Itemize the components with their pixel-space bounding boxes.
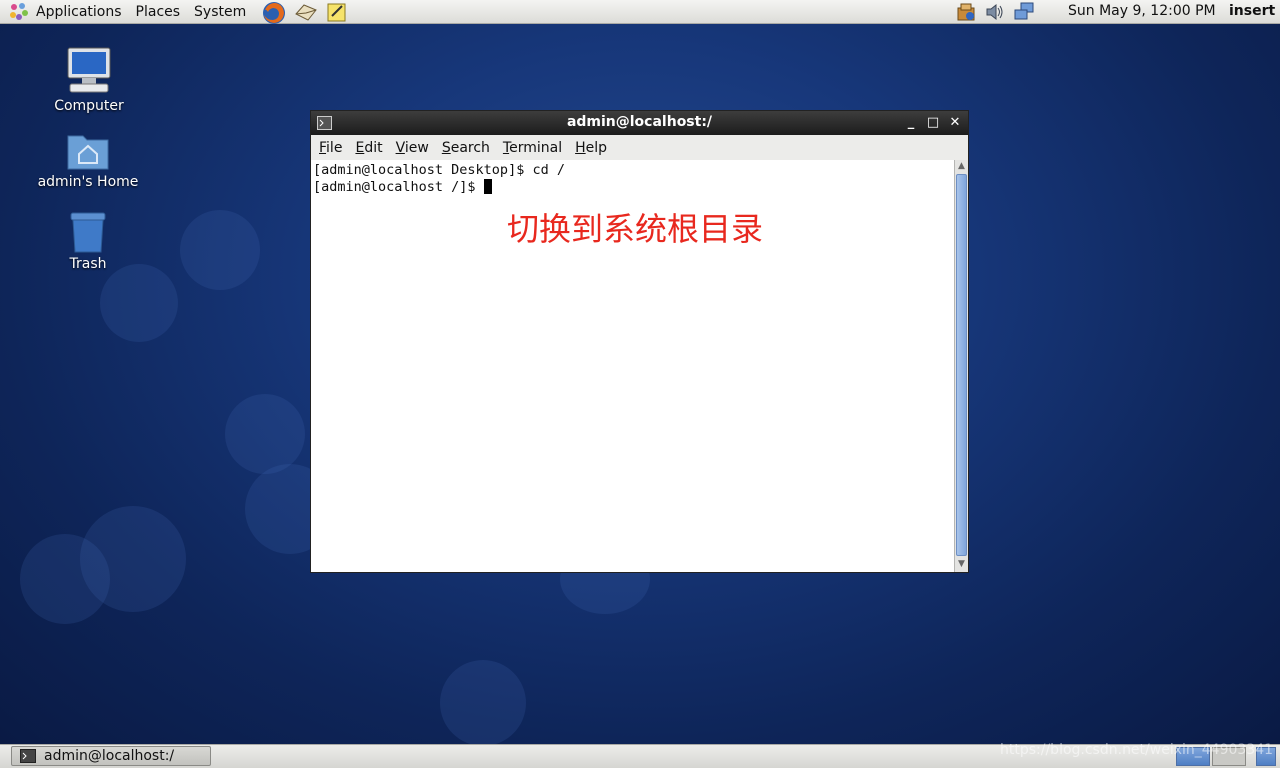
scrollbar-thumb[interactable] [956,174,967,556]
computer-desktop-icon[interactable]: Computer [34,46,144,114]
menu-view[interactable]: View [396,140,429,156]
system-menu[interactable]: System [194,4,246,20]
window-title: admin@localhost:/ [566,114,713,130]
terminal-prompt-line: [admin@localhost /]$ [313,179,492,195]
menu-help[interactable]: Help [575,140,607,156]
watermark: https://blog.csdn.net/weixin_44903341 [1000,742,1274,758]
prompt-text: [admin@localhost /]$ [313,179,484,195]
close-button[interactable]: ✕ [947,115,963,131]
gnome-foot-icon[interactable] [8,1,30,23]
top-panel: Applications Places System Sun May 9, 12… [0,0,1280,24]
trash-desktop-icon[interactable]: Trash [33,210,143,272]
menu-search[interactable]: Search [442,140,490,156]
computer-label: Computer [54,98,124,114]
notes-icon[interactable] [326,1,348,23]
terminal-output[interactable]: [admin@localhost Desktop]$ cd / [admin@l… [311,160,954,572]
mail-icon[interactable] [294,1,318,23]
computer-icon [67,47,111,93]
minimize-button[interactable]: _ [903,115,919,131]
terminal-line: [admin@localhost Desktop]$ cd / [313,162,565,178]
updates-icon[interactable] [955,1,977,23]
text-cursor [483,179,492,194]
trash-icon [70,212,106,253]
terminal-task-icon [20,749,36,767]
places-menu[interactable]: Places [136,4,181,20]
volume-icon[interactable] [984,1,1006,23]
annotation-text: 切换到系统根目录 [507,210,764,248]
menu-edit[interactable]: Edit [355,140,382,156]
applications-menu[interactable]: Applications [36,4,122,20]
home-desktop-icon[interactable]: admin's Home [33,130,143,190]
scroll-down-arrow-icon[interactable]: ▼ [955,558,968,571]
trash-label: Trash [69,256,107,272]
scroll-up-arrow-icon[interactable]: ▲ [955,160,968,173]
home-folder-icon [67,135,109,170]
clock[interactable]: Sun May 9, 12:00 PM [1068,3,1216,19]
firefox-icon[interactable] [262,1,286,24]
input-mode-indicator: insert [1229,3,1276,19]
menu-file[interactable]: File [319,140,342,156]
taskbar-label: admin@localhost:/ [44,748,175,764]
menu-terminal[interactable]: Terminal [503,140,562,156]
window-titlebar[interactable]: admin@localhost:/ _ □ ✕ [311,111,968,135]
vertical-scrollbar[interactable]: ▲ ▼ [954,160,968,572]
taskbar-terminal-button[interactable]: admin@localhost:/ [11,746,211,766]
terminal-menubar: File Edit View Search Terminal Help [311,135,968,160]
maximize-button[interactable]: □ [925,115,941,131]
network-icon[interactable] [1013,1,1035,23]
terminal-window[interactable]: admin@localhost:/ _ □ ✕ File Edit View S… [310,110,969,573]
home-label: admin's Home [37,174,139,190]
